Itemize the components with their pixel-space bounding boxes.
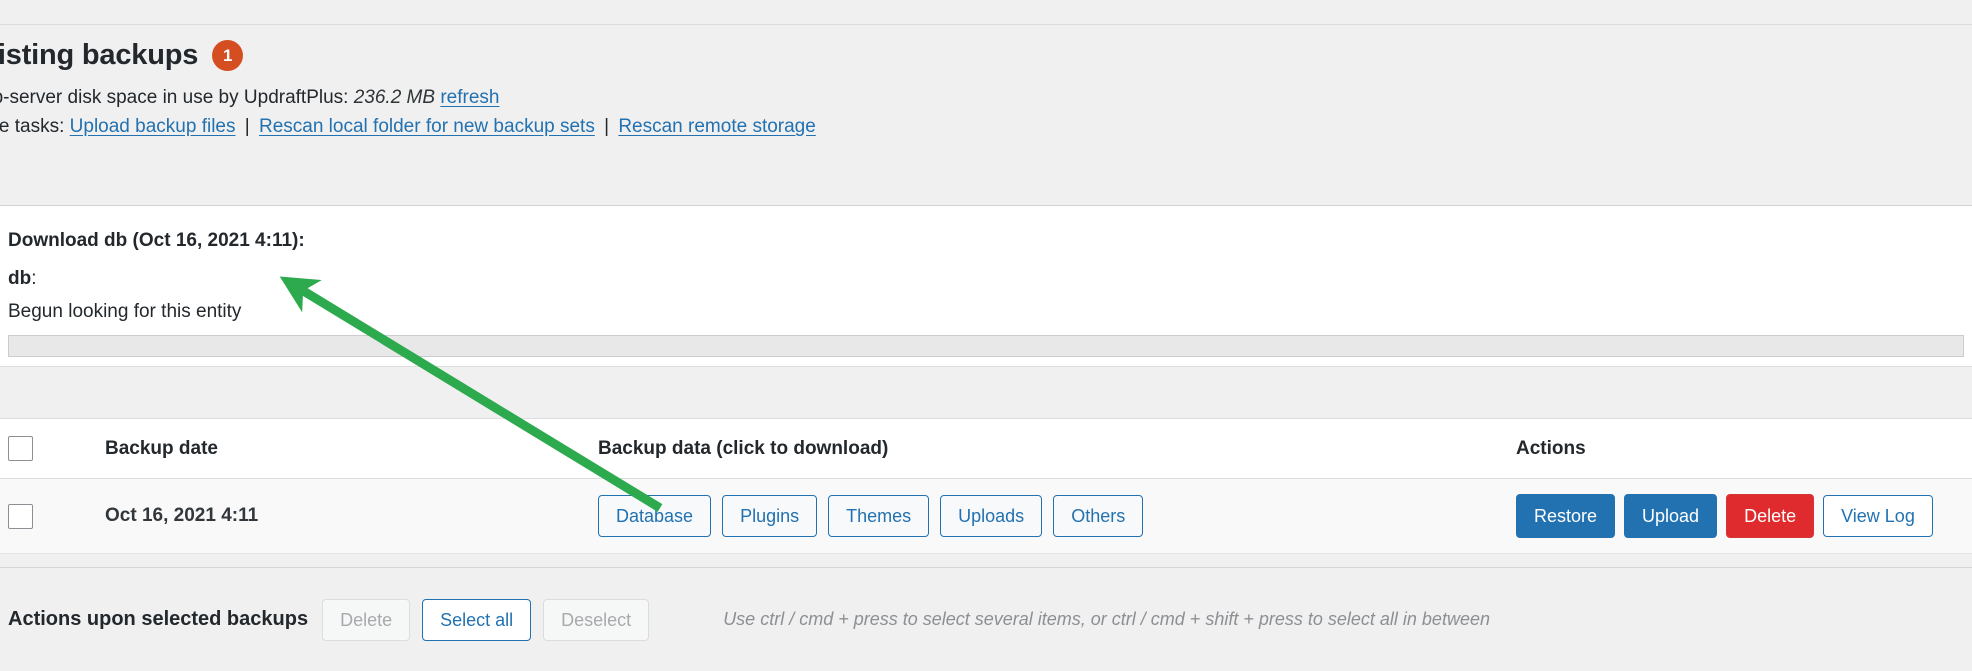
backup-count-badge: 1 — [212, 40, 244, 71]
page-title-row: xisting backups 1 — [0, 39, 244, 72]
download-others-button[interactable]: Others — [1053, 495, 1144, 537]
bulk-actions-bar: Actions upon selected backups Delete Sel… — [0, 567, 1490, 671]
row-backup-date-cell: Oct 16, 2021 4:11 — [105, 479, 258, 553]
existing-backups-header-panel: xisting backups 1 eb-server disk space i… — [0, 25, 1972, 206]
existing-backups-table: Backup date Backup data (click to downlo… — [0, 419, 1972, 554]
disk-space-label: eb-server disk space in use by UpdraftPl… — [0, 87, 349, 108]
download-status-text: Begun looking for this entity — [8, 301, 242, 322]
more-tasks-label: ore tasks: — [0, 116, 65, 137]
updraftplus-existing-backups-page: xisting backups 1 eb-server disk space i… — [0, 0, 1972, 671]
view-log-button[interactable]: View Log — [1823, 495, 1933, 537]
row-backup-data-cell: Database Plugins Themes Uploads Others — [598, 479, 1144, 553]
download-title: Download db (Oct 16, 2021 4:11): — [8, 230, 305, 251]
download-themes-button[interactable]: Themes — [828, 495, 930, 537]
column-header-actions: Actions — [1516, 437, 1586, 459]
select-all-checkbox[interactable] — [8, 436, 33, 461]
column-header-backup-data: Backup data (click to download) — [598, 437, 889, 459]
bulk-deselect-button[interactable]: Deselect — [543, 598, 650, 641]
bulk-actions-label: Actions upon selected backups — [8, 608, 309, 630]
task-separator-1: | — [244, 116, 250, 137]
delete-backup-button[interactable]: Delete — [1726, 494, 1815, 538]
header-actions-cell: Actions — [1516, 419, 1586, 478]
bulk-select-all-button[interactable]: Select all — [422, 598, 532, 641]
header-checkbox-cell — [8, 419, 33, 478]
disk-space-value: 236.2 MB — [353, 87, 436, 108]
upload-button[interactable]: Upload — [1624, 494, 1718, 538]
download-status-panel: Download db (Oct 16, 2021 4:11): db: Beg… — [0, 206, 1972, 366]
disk-space-line: eb-server disk space in use by UpdraftPl… — [0, 87, 499, 109]
task-separator-2: | — [604, 116, 610, 137]
refresh-link[interactable]: refresh — [440, 87, 499, 108]
bulk-delete-button[interactable]: Delete — [322, 598, 411, 641]
row-actions-cell: Restore Upload Delete View Log — [1516, 479, 1933, 553]
download-uploads-button[interactable]: Uploads — [940, 495, 1043, 537]
header-backup-data-cell: Backup data (click to download) — [598, 419, 888, 478]
page-title: xisting backups — [0, 39, 199, 71]
panel-divider-strip — [0, 366, 1972, 419]
rescan-local-folder-link[interactable]: Rescan local folder for new backup sets — [259, 116, 595, 137]
backup-date-value: Oct 16, 2021 4:11 — [105, 505, 259, 526]
download-progress-bar — [8, 335, 1964, 357]
footer-right-filler — [1425, 567, 1972, 671]
download-entity-row: db: — [8, 268, 37, 290]
bulk-selection-hint: Use ctrl / cmd + press to select several… — [723, 609, 1490, 629]
row-select-checkbox[interactable] — [8, 503, 33, 529]
rescan-remote-storage-link[interactable]: Rescan remote storage — [618, 116, 816, 137]
download-entity-colon: : — [31, 268, 37, 289]
download-database-button[interactable]: Database — [598, 495, 712, 537]
row-checkbox-cell — [8, 479, 33, 553]
header-backup-date-cell: Backup date — [105, 419, 218, 478]
page-top-strip — [0, 0, 1972, 25]
restore-button[interactable]: Restore — [1516, 494, 1616, 538]
upload-backup-files-link[interactable]: Upload backup files — [70, 116, 236, 137]
more-tasks-line: ore tasks: Upload backup files | Rescan … — [0, 116, 816, 138]
download-entity-name: db — [8, 268, 32, 289]
download-plugins-button[interactable]: Plugins — [722, 495, 818, 537]
table-row: Oct 16, 2021 4:11 Database Plugins Theme… — [0, 479, 1972, 554]
table-header-row: Backup date Backup data (click to downlo… — [0, 419, 1972, 479]
column-header-backup-date: Backup date — [105, 437, 218, 459]
